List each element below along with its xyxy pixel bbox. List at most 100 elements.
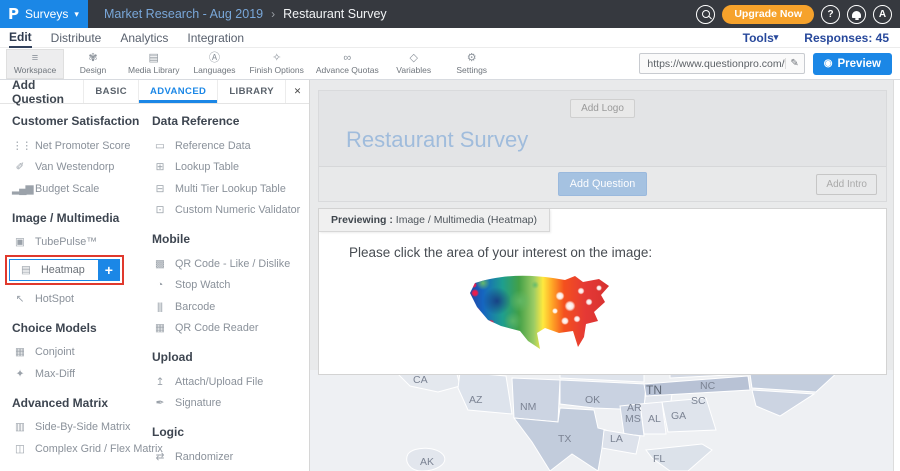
close-icon: ✕	[294, 86, 302, 97]
nav-analytics[interactable]: Analytics	[120, 28, 168, 48]
survey-url-input[interactable]	[647, 58, 785, 70]
qtype-label: Side-By-Side Matrix	[35, 421, 130, 433]
survey-url-box: ✎	[639, 53, 804, 74]
heatmap-image[interactable]	[465, 271, 615, 357]
help-button[interactable]: ?	[821, 5, 840, 24]
survey-header-card: Add Logo Restaurant Survey Add Question …	[318, 90, 887, 202]
question-type-columns: Customer Satisfaction ⋮⋮ Net Promoter Sc…	[0, 104, 309, 471]
toolbar-workspace[interactable]: ≡ Workspace	[6, 49, 64, 79]
upgrade-now-button[interactable]: Upgrade Now	[722, 5, 814, 24]
grid-icon: ▦	[12, 346, 27, 358]
shuffle-icon: ⇄	[152, 451, 167, 463]
tab-advanced[interactable]: ADVANCED	[138, 80, 217, 103]
add-heatmap-question-button[interactable]: +	[98, 259, 120, 281]
qtype-budget-scale[interactable]: ▂▄▆ Budget Scale	[12, 178, 152, 200]
palette-icon: ✾	[88, 52, 97, 64]
matrix-icon: ▥	[12, 421, 27, 433]
tag-icon: ◇	[409, 52, 417, 64]
qtype-label: QR Code Reader	[175, 322, 258, 334]
add-intro-button[interactable]: Add Intro	[816, 174, 877, 195]
qtype-label: Complex Grid / Flex Matrix	[35, 443, 163, 455]
notifications-button[interactable]	[847, 5, 866, 24]
qtype-label: Lookup Table	[175, 161, 239, 173]
state-label-al: AL	[648, 413, 661, 425]
state-label-tx: TX	[558, 433, 571, 445]
links-icon: ∞	[343, 52, 351, 64]
chevron-down-icon: ▾	[774, 32, 779, 43]
qtype-barcode[interactable]: ||| Barcode	[152, 296, 305, 318]
breadcrumb-separator-icon: ›	[271, 7, 275, 21]
qtype-complex-grid[interactable]: ◫ Complex Grid / Flex Matrix	[12, 438, 152, 460]
section-title: Advanced Matrix	[12, 396, 152, 410]
breadcrumb-folder[interactable]: Market Research - Aug 2019	[104, 7, 263, 21]
toolbar-finish-options[interactable]: ✧ Finish Options	[244, 49, 310, 79]
toolbar-languages[interactable]: Ⓐ Languages	[186, 49, 244, 79]
nav-integration[interactable]: Integration	[187, 28, 244, 48]
qtype-signature[interactable]: ✒ Signature	[152, 393, 305, 415]
state-label-ok: OK	[585, 394, 600, 406]
tab-library[interactable]: LIBRARY	[217, 80, 285, 103]
edit-url-icon[interactable]: ✎	[785, 58, 798, 69]
qtype-custom-logic-engine[interactable]: Ψ Custom Logic Engine	[152, 468, 305, 471]
qtype-attach-upload-file[interactable]: ↥ Attach/Upload File	[152, 371, 305, 393]
qtype-reference-data[interactable]: ▭ Reference Data	[152, 135, 305, 157]
surveys-product-menu[interactable]: P Surveys ▾	[0, 0, 88, 28]
state-label-ms: MS	[625, 413, 641, 425]
subnav-right: Tools ▾ Responses: 45	[743, 28, 891, 48]
qtype-net-promoter-score[interactable]: ⋮⋮ Net Promoter Score	[12, 135, 152, 157]
toolbar-advance-quotas[interactable]: ∞ Advance Quotas	[310, 49, 385, 79]
qtype-label: Multi Tier Lookup Table	[175, 183, 286, 195]
qtype-max-diff[interactable]: ✦ Max-Diff	[12, 363, 152, 385]
qtype-qr-like-dislike[interactable]: ▩ QR Code - Like / Dislike	[152, 253, 305, 275]
qtype-custom-numeric-validator[interactable]: ⊡ Custom Numeric Validator	[152, 200, 305, 222]
search-icon	[702, 10, 710, 18]
cursor-icon: ↖	[12, 293, 27, 305]
price-tag-icon: ✐	[12, 161, 27, 173]
avatar[interactable]: A	[873, 5, 892, 24]
survey-card-actions: Add Question Add Intro	[319, 166, 886, 201]
state-label-ga: GA	[671, 410, 686, 422]
tools-menu[interactable]: Tools ▾	[743, 28, 779, 48]
survey-title[interactable]: Restaurant Survey	[319, 118, 886, 166]
add-logo-button[interactable]: Add Logo	[570, 99, 635, 118]
add-question-button[interactable]: Add Question	[558, 172, 647, 196]
keyboard-icon: ▭	[152, 140, 167, 152]
qtype-label: Custom Numeric Validator	[175, 204, 300, 216]
section-title: Image / Multimedia	[12, 211, 152, 225]
qtype-label: Stop Watch	[175, 279, 230, 291]
nav-distribute[interactable]: Distribute	[51, 28, 102, 48]
qtype-van-westendorp[interactable]: ✐ Van Westendorp	[12, 157, 152, 179]
qtype-hotspot[interactable]: ↖ HotSpot	[12, 288, 152, 310]
toolbar-label: Variables	[396, 65, 431, 75]
preview-button[interactable]: ◉ Preview	[813, 53, 892, 75]
toolbar-settings[interactable]: ⚙ Settings	[443, 49, 501, 79]
qtype-multi-tier-lookup[interactable]: ⊟ Multi Tier Lookup Table	[152, 178, 305, 200]
qtype-heatmap-selected[interactable]: ▤ Heatmap +	[9, 259, 120, 281]
qtype-label: Net Promoter Score	[35, 140, 130, 152]
qtype-lookup-table[interactable]: ⊞ Lookup Table	[152, 157, 305, 179]
qtype-label: Max-Diff	[35, 368, 75, 380]
qtype-stop-watch[interactable]: ◔ Stop Watch	[152, 275, 305, 297]
qtype-randomizer[interactable]: ⇄ Randomizer	[152, 446, 305, 468]
toolbar-label: Advance Quotas	[316, 65, 379, 75]
chevron-down-icon: ▾	[74, 9, 79, 20]
close-panel-button[interactable]: ✕	[285, 80, 309, 103]
flex-grid-icon: ◫	[12, 443, 27, 455]
tab-basic[interactable]: BASIC	[83, 80, 138, 103]
toolbar-design[interactable]: ✾ Design	[64, 49, 122, 79]
toolbar-media-library[interactable]: ▤ Media Library	[122, 49, 186, 79]
heatmap-image-icon: ▤	[18, 264, 33, 276]
nav-edit[interactable]: Edit	[9, 28, 32, 48]
eye-icon: ◉	[824, 58, 833, 69]
search-button[interactable]	[696, 5, 715, 24]
toolbar-variables[interactable]: ◇ Variables	[385, 49, 443, 79]
topbar-actions: Upgrade Now ? A	[696, 5, 900, 24]
qtype-qr-code-reader[interactable]: ▦ QR Code Reader	[152, 318, 305, 340]
qtype-side-by-side-matrix[interactable]: ▥ Side-By-Side Matrix	[12, 417, 152, 439]
state-label-az: AZ	[469, 394, 483, 406]
add-question-panel: Add Question BASIC ADVANCED LIBRARY ✕ Cu…	[0, 80, 310, 471]
qtype-conjoint[interactable]: ▦ Conjoint	[12, 342, 152, 364]
responses-count[interactable]: Responses: 45	[804, 28, 889, 48]
qtype-tubepulse[interactable]: ▣ TubePulse™	[12, 232, 152, 254]
qr-code-icon: ▩	[152, 258, 167, 270]
